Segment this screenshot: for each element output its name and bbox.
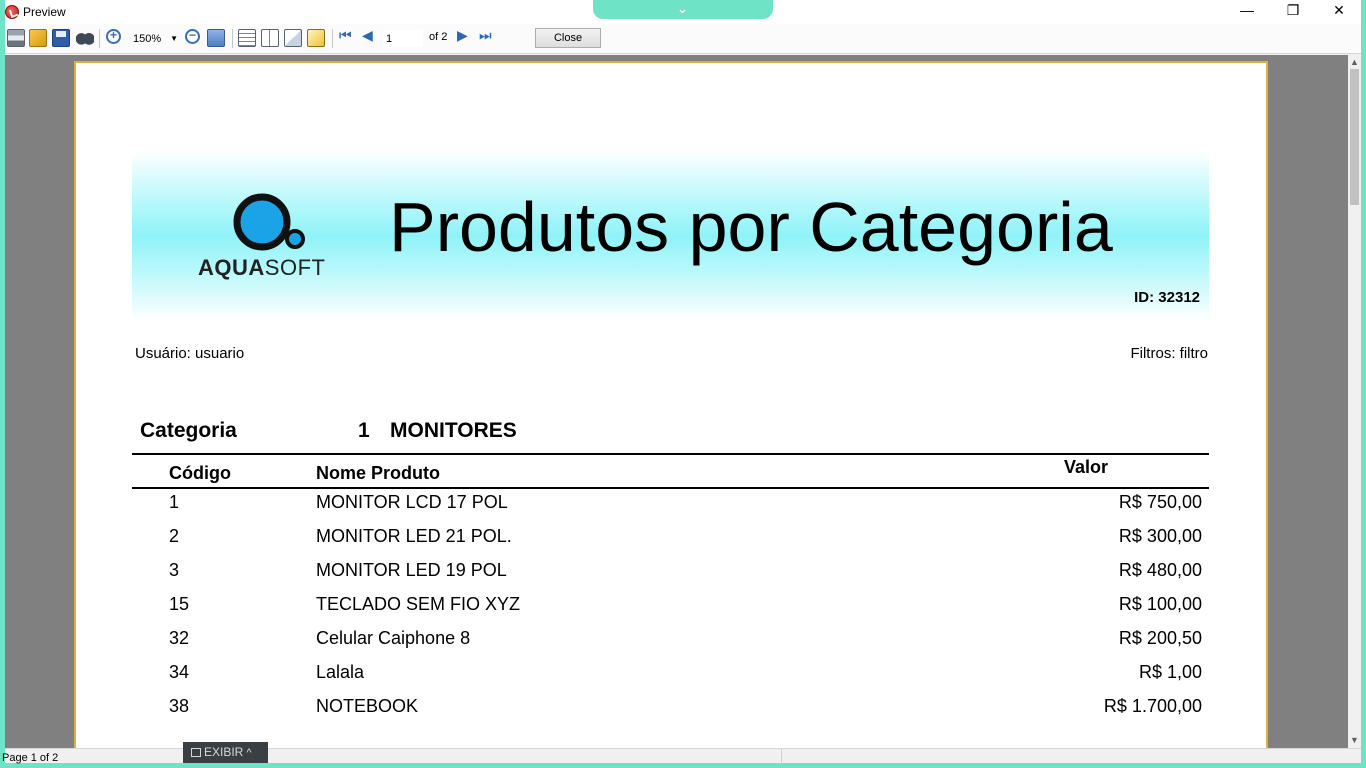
logo-wordmark: AQUASOFT	[198, 255, 325, 281]
cell-value: R$ 480,00	[1118, 560, 1202, 580]
page-count-label: of 2	[429, 31, 448, 43]
cell-name: Celular Caiphone 8	[316, 628, 471, 648]
fit-page-icon[interactable]	[207, 29, 225, 47]
binoculars-icon[interactable]	[76, 29, 94, 47]
category-number: 1	[358, 419, 370, 442]
report-id: ID: 32312	[1134, 289, 1200, 306]
cell-code: 3	[169, 560, 180, 580]
crystal-reports-icon	[5, 5, 19, 19]
status-divider	[781, 749, 782, 764]
exibir-button[interactable]: EXIBIR ^	[183, 742, 268, 763]
cell-code: 34	[169, 662, 190, 682]
header-rule-top	[132, 453, 1209, 455]
report-title: Produtos por Categoria	[389, 188, 1113, 266]
title-bar: Preview ⌄ — ❐ ✕	[5, 0, 1361, 24]
design-icon[interactable]	[307, 29, 325, 47]
column-header-code: Código	[169, 463, 231, 483]
preview-window: Preview ⌄ — ❐ ✕ 150% ▼ ⏮ ◀ of 2 ▶ ⏭ Clos…	[2, 0, 1361, 764]
report-preview-area: AQUASOFT Produtos por Categoria ID: 3231…	[5, 55, 1348, 748]
cell-value: R$ 750,00	[1118, 492, 1202, 512]
monitor-icon	[191, 748, 201, 757]
zoom-out-icon[interactable]	[185, 28, 200, 44]
folder-open-icon[interactable]	[29, 29, 47, 47]
cell-name: MONITOR LED 19 POL	[316, 560, 507, 580]
vertical-scrollbar[interactable]: ▲ ▼	[1348, 55, 1361, 748]
window-title: Preview	[23, 5, 66, 19]
chevron-up-icon: ^	[246, 747, 252, 759]
report-page: AQUASOFT Produtos por Categoria ID: 3231…	[74, 61, 1268, 748]
cell-code: 1	[169, 492, 180, 512]
scroll-up-icon[interactable]: ▲	[1350, 57, 1359, 67]
chevron-down-icon: ⌄	[677, 1, 688, 16]
last-page-icon[interactable]: ⏭	[479, 27, 497, 45]
cell-name: TECLADO SEM FIO XYZ	[316, 594, 521, 614]
close-button[interactable]: Close	[535, 28, 601, 48]
cell-code: 2	[169, 526, 180, 546]
cell-name: MONITOR LCD 17 POL	[316, 492, 508, 512]
toolbar-separator	[99, 29, 100, 48]
preview-toolbar: 150% ▼ ⏮ ◀ of 2 ▶ ⏭ Close	[5, 24, 1361, 54]
cell-name: NOTEBOOK	[316, 696, 419, 716]
cell-name: MONITOR LED 21 POL.	[316, 526, 512, 546]
print-icon[interactable]	[7, 29, 25, 47]
cell-value: R$ 100,00	[1118, 594, 1202, 614]
report-header: AQUASOFT Produtos por Categoria ID: 3231…	[132, 151, 1209, 321]
remote-panel-tab[interactable]: ⌄	[593, 0, 773, 19]
category-name: MONITORES	[390, 419, 517, 442]
previous-page-icon[interactable]: ◀	[362, 27, 380, 45]
category-label: Categoria	[140, 419, 237, 442]
save-icon[interactable]	[52, 29, 70, 47]
two-page-icon[interactable]	[261, 29, 279, 47]
page-number-input[interactable]	[383, 30, 423, 47]
cell-code: 32	[169, 628, 190, 648]
aquasoft-logo: AQUASOFT	[198, 191, 348, 283]
first-page-icon[interactable]: ⏮	[339, 27, 357, 45]
header-rule-bottom	[132, 487, 1209, 489]
logo-text-bold: AQUA	[198, 255, 265, 280]
cell-value: R$ 1.700,00	[1103, 696, 1202, 716]
cell-code: 38	[169, 696, 190, 716]
cell-code: 15	[169, 594, 190, 614]
zoom-value: 150%	[133, 33, 162, 45]
scroll-thumb[interactable]	[1350, 69, 1359, 205]
column-header-value: Valor	[1064, 457, 1109, 477]
cell-value: R$ 300,00	[1118, 526, 1202, 546]
scroll-down-icon[interactable]: ▼	[1350, 735, 1359, 745]
zoom-in-icon[interactable]	[106, 28, 121, 44]
maximize-button[interactable]: ❐	[1270, 0, 1316, 22]
cell-name: Lalala	[316, 662, 365, 682]
edit-page-icon[interactable]	[284, 29, 302, 47]
minimize-button[interactable]: —	[1224, 0, 1270, 22]
toolbar-separator	[232, 29, 233, 48]
next-page-icon[interactable]: ▶	[457, 27, 475, 45]
toolbar-separator	[332, 29, 333, 48]
status-page-text: Page 1 of 2	[2, 752, 59, 764]
dropdown-arrow-icon: ▼	[170, 34, 178, 43]
filter-line: Filtros: filtro	[1130, 345, 1208, 362]
logo-bubbles-icon	[233, 193, 305, 251]
cell-value: R$ 1,00	[1138, 662, 1202, 682]
exibir-label: EXIBIR	[204, 745, 244, 759]
column-header-name: Nome Produto	[316, 463, 440, 483]
logo-text-light: SOFT	[264, 255, 326, 280]
user-line: Usuário: usuario	[135, 345, 245, 362]
single-page-icon[interactable]	[238, 29, 256, 47]
zoom-select[interactable]: 150% ▼	[131, 31, 179, 47]
cell-value: R$ 200,50	[1118, 628, 1202, 648]
close-window-button[interactable]: ✕	[1316, 0, 1362, 22]
